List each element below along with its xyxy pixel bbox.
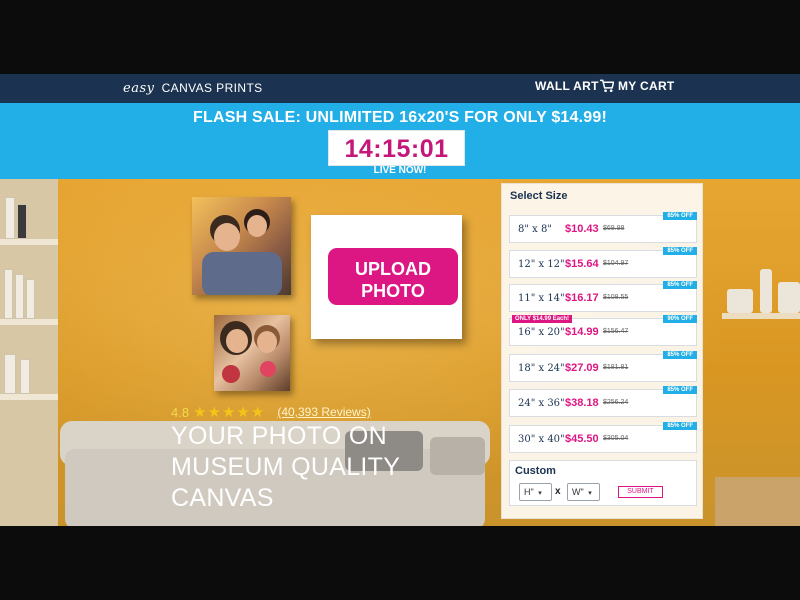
nav-wall-art-link[interactable]: WALL ART: [535, 79, 599, 93]
size-option-11x14[interactable]: 11" x 14" $16.17 $108.55 85% OFF: [509, 281, 697, 312]
size-option-30x40[interactable]: 30" x 40" $45.50 $305.04 85% OFF: [509, 422, 697, 453]
sample-canvas-family: [192, 197, 291, 295]
shelf-board: [0, 319, 58, 325]
size-option-12x12[interactable]: 12" x 12" $15.64 $104.97 85% OFF: [509, 247, 697, 278]
discount-badge: 85% OFF: [663, 247, 697, 255]
book: [17, 204, 27, 239]
jar: [778, 282, 800, 313]
custom-height-select[interactable]: H" ▾: [519, 483, 552, 501]
plant-pot: [727, 289, 753, 313]
headline-line2: MUSEUM QUALITY: [171, 453, 401, 481]
size-label: 18" x 24": [518, 363, 565, 374]
brand-easy: easy: [123, 81, 155, 96]
size-label: 30" x 40": [518, 434, 565, 445]
figure-face: [247, 215, 267, 237]
select-size-title: Select Size: [510, 190, 568, 202]
rating-value: 4.8: [171, 404, 190, 420]
size-price: $38.18: [565, 397, 599, 409]
custom-size-box: Custom H" ▾ x W" ▾ SUBMIT: [509, 460, 697, 506]
page: easy CANVAS PRINTS WALL ART MY CART FLAS…: [0, 0, 800, 600]
promo-badge: ONLY $14.99 Each!: [512, 315, 573, 323]
headline-line1: YOUR PHOTO ON: [171, 422, 387, 450]
size-price: $45.50: [565, 433, 599, 445]
upload-label-line2: PHOTO: [361, 281, 425, 301]
figure-body: [202, 252, 282, 295]
top-nav: easy CANVAS PRINTS WALL ART MY CART: [0, 74, 800, 103]
size-label: 24" x 36": [518, 398, 565, 409]
sample-canvas-mother-child: [214, 315, 290, 391]
chevron-down-icon: ▾: [588, 490, 592, 497]
figure-face: [257, 331, 277, 353]
size-label: 12" x 12": [518, 259, 565, 270]
chevron-down-icon: ▾: [538, 490, 542, 497]
live-now-label: LIVE NOW!: [373, 165, 427, 176]
size-price: $16.17: [565, 292, 599, 304]
size-option-8x8[interactable]: 8" x 8" $10.43 $69.98 85% OFF: [509, 212, 697, 243]
size-option-18x24[interactable]: 18" x 24" $27.09 $181.81 85% OFF: [509, 351, 697, 382]
shelf-board: [0, 239, 58, 245]
size-price: $15.64: [565, 258, 599, 270]
size-label: 11" x 14": [518, 293, 565, 304]
dimension-separator: x: [555, 486, 561, 497]
rating-row: 4.8 ★★★★★ (40,393 Reviews): [171, 403, 371, 421]
reviews-link[interactable]: (40,393 Reviews): [277, 405, 370, 419]
width-value: W": [572, 487, 584, 497]
brand-name: CANVAS PRINTS: [161, 81, 263, 95]
custom-width-select[interactable]: W" ▾: [567, 483, 600, 501]
upload-label-line1: UPLOAD: [355, 259, 431, 279]
headline-line3: CANVAS: [171, 484, 274, 512]
side-table: [715, 477, 800, 526]
book: [5, 197, 15, 239]
size-old-price: $104.97: [603, 260, 629, 267]
flash-sale-title: FLASH SALE: UNLIMITED 16x20'S FOR ONLY $…: [193, 109, 607, 126]
book: [4, 269, 13, 319]
rating-stars-icon: ★★★★★: [193, 404, 266, 421]
size-label: 16" x 20": [518, 327, 565, 338]
size-price: $14.99: [565, 326, 599, 338]
cart-icon: [599, 79, 614, 92]
figure-face: [226, 329, 248, 353]
hero-headline: YOUR PHOTO ON MUSEUM QUALITY CANVAS: [171, 421, 491, 514]
size-option-24x36[interactable]: 24" x 36" $38.18 $256.24 85% OFF: [509, 386, 697, 417]
size-label: 8" x 8": [518, 224, 552, 235]
size-old-price: $256.24: [603, 399, 629, 406]
size-old-price: $305.04: [603, 435, 629, 442]
my-cart-label: MY CART: [618, 79, 675, 93]
brand-logo[interactable]: easy CANVAS PRINTS: [123, 80, 263, 96]
size-old-price: $108.55: [603, 294, 629, 301]
height-value: H": [524, 487, 534, 497]
book: [4, 354, 16, 394]
upload-canvas-card: UPLOAD PHOTO: [311, 215, 462, 339]
shelf-board: [0, 394, 58, 400]
discount-badge: 85% OFF: [663, 212, 697, 220]
figure-face: [214, 223, 240, 251]
size-selector-panel: Select Size 8" x 8" $10.43 $69.98 85% OF…: [501, 183, 703, 519]
size-old-price: $69.98: [603, 225, 625, 232]
countdown-timer: 14:15:01: [328, 130, 465, 166]
book: [26, 279, 35, 319]
upload-photo-button[interactable]: UPLOAD PHOTO: [328, 248, 458, 305]
custom-title: Custom: [515, 465, 556, 477]
mug: [260, 361, 276, 377]
size-option-16x20[interactable]: ONLY $14.99 Each! 16" x 20" $14.99 $156.…: [509, 315, 697, 346]
mug: [222, 365, 240, 383]
discount-badge: 85% OFF: [663, 386, 697, 394]
discount-badge: 85% OFF: [663, 351, 697, 359]
custom-submit-button[interactable]: SUBMIT: [618, 486, 663, 498]
size-price: $27.09: [565, 362, 599, 374]
nav-my-cart-link[interactable]: MY CART: [599, 79, 675, 93]
vase: [760, 269, 772, 313]
book: [15, 274, 24, 319]
discount-badge: 85% OFF: [663, 422, 697, 430]
book: [20, 359, 30, 394]
left-bookshelf: [0, 179, 58, 526]
right-shelf: [722, 313, 800, 319]
discount-badge: 90% OFF: [663, 315, 697, 323]
size-old-price: $156.47: [603, 328, 629, 335]
discount-badge: 85% OFF: [663, 281, 697, 289]
size-old-price: $181.81: [603, 364, 629, 371]
size-price: $10.43: [565, 223, 599, 235]
